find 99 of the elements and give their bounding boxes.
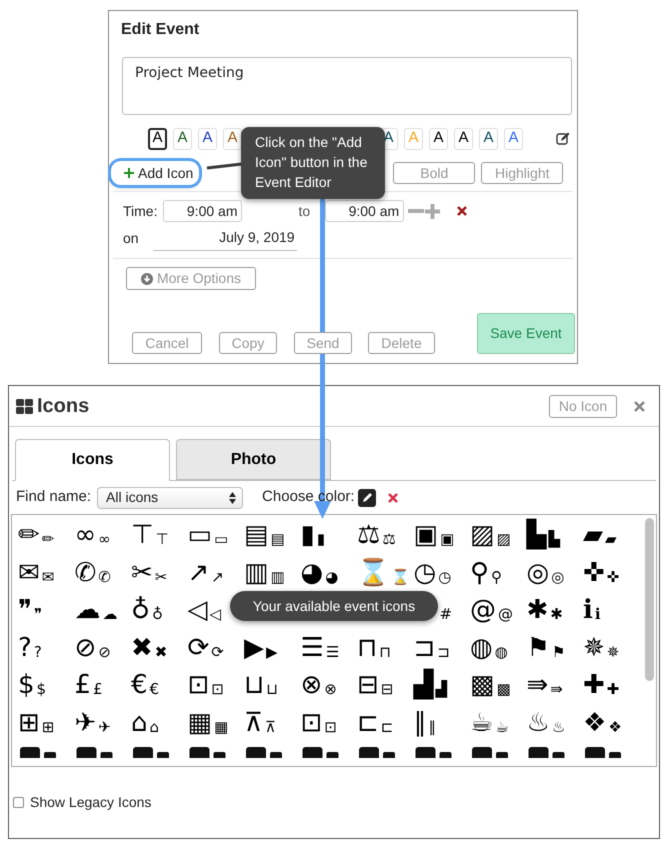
icon-option[interactable]: ⊗⊗ (300, 668, 357, 698)
find-label: Find name: (16, 487, 92, 508)
icon-option[interactable]: ⌂⌂ (131, 706, 188, 736)
icon-option[interactable]: ⊞⊞ (18, 706, 74, 736)
icon-option[interactable]: ◎◎ (526, 556, 583, 586)
checkbox-label: Show Legacy Icons (30, 793, 152, 812)
icon-option[interactable]: ⊡⊡ (300, 706, 357, 736)
icon-option[interactable]: ⊡⊡ (188, 668, 244, 698)
icon-option[interactable]: ∥∥ (414, 706, 470, 736)
color-swatch[interactable]: A (223, 128, 242, 150)
icon-option[interactable]: ▮▮ (300, 518, 357, 548)
color-swatch[interactable]: A (429, 128, 448, 150)
minus-icon (408, 209, 424, 213)
icon-option[interactable]: ▭▭ (188, 518, 244, 548)
color-swatch[interactable]: A (198, 128, 217, 150)
icon-option[interactable]: ⊼⊼ (244, 706, 300, 736)
color-swatch[interactable]: A (148, 128, 167, 150)
start-time-field[interactable]: 9:00 am (163, 200, 242, 222)
icon-option[interactable]: ✈✈ (74, 706, 131, 736)
updown-arrows-icon (229, 492, 236, 504)
dialog-title: Icons (37, 394, 90, 419)
edit-icon (556, 132, 570, 145)
icon-option[interactable]: ☰☰ (300, 630, 357, 661)
grid-icon (16, 398, 33, 414)
icon-option[interactable]: ❖❖ (583, 706, 640, 736)
icon-option[interactable]: ▣▣ (414, 518, 470, 548)
icon-option[interactable]: ££ (74, 668, 131, 698)
icon-option[interactable]: ⊓⊓ (357, 630, 414, 661)
icon-option[interactable]: ▶▶ (244, 630, 300, 661)
checkbox[interactable] (13, 797, 24, 808)
color-swatch[interactable]: A (479, 128, 498, 150)
color-swatch[interactable]: A (173, 128, 192, 150)
icon-option[interactable]: ⊘⊘ (74, 630, 131, 661)
icon-option[interactable]: ✆✆ (74, 556, 131, 586)
icon-option[interactable]: ✚✚ (583, 668, 640, 698)
icon-option[interactable]: ⚑⚑ (526, 630, 583, 661)
icon-option[interactable]: ▩▩ (470, 668, 526, 698)
icon-option[interactable]: $$ (18, 668, 74, 698)
callout-tooltip: Click on the "Add Icon" button in the Event Editor (241, 127, 385, 199)
icon-option[interactable]: €€ (131, 668, 188, 698)
icon-option[interactable]: ℹℹ (583, 593, 640, 624)
icon-option[interactable]: ▥▥ (244, 556, 300, 586)
icon-option[interactable]: ↗↗ (188, 556, 244, 586)
icon-option[interactable]: ⊔⊔ (244, 668, 300, 698)
icon-option[interactable]: ?? (18, 630, 74, 661)
tab[interactable]: Photo (176, 439, 331, 480)
icon-option[interactable]: ♨♨ (526, 706, 583, 736)
date-label: on (123, 229, 139, 248)
to-label: to (298, 202, 310, 220)
down-circle-icon (140, 272, 153, 284)
scrollbar-thumb[interactable] (645, 518, 654, 681)
pencil-icon (358, 488, 376, 506)
icon-option[interactable]: @@ (470, 593, 526, 624)
icon-option[interactable]: ◕◕ (300, 556, 357, 586)
find-select[interactable]: All icons (97, 486, 244, 508)
icon-option[interactable]: ⊐⊐ (414, 630, 470, 661)
close-icon (457, 206, 468, 216)
end-time-field[interactable]: 9:00 am (325, 200, 404, 222)
icon-option[interactable]: ✱✱ (526, 593, 583, 624)
icon-option[interactable]: ♁♁ (131, 593, 188, 624)
leader-line (206, 162, 242, 170)
icon-option[interactable]: ◍◍ (470, 630, 526, 661)
date-field[interactable]: July 9, 2019 (152, 227, 297, 251)
icon-option[interactable]: ✂✂ (131, 556, 188, 586)
icon-option[interactable]: ⊏⊏ (357, 706, 414, 736)
icon-option[interactable]: ❞❞ (18, 593, 74, 624)
add-icon-button[interactable]: Add Icon (111, 161, 200, 185)
plus-icon (425, 204, 440, 218)
icon-option[interactable]: ⚖⚖ (357, 518, 414, 548)
color-swatch[interactable]: A (454, 128, 473, 150)
tab[interactable]: Icons (15, 439, 170, 481)
event-text-field[interactable]: Project Meeting (122, 57, 572, 115)
icon-option[interactable]: ⊤⊤ (131, 518, 188, 548)
time-label: Time: (123, 202, 158, 220)
icon-option[interactable]: ✏✏ (18, 518, 74, 548)
color-swatch[interactable]: A (504, 128, 523, 150)
icon-option[interactable]: ∞∞ (74, 518, 131, 548)
icon-option[interactable]: ☕☕ (470, 706, 526, 736)
icon-option[interactable]: ✉✉ (18, 556, 74, 586)
icon-option[interactable]: ⟳⟳ (188, 630, 244, 661)
icon-option[interactable]: ▦▦ (188, 706, 244, 736)
icon-option[interactable]: ⇛⇛ (526, 668, 583, 698)
plus-icon (124, 168, 134, 178)
icon-option[interactable]: ▨▨ (470, 518, 526, 548)
icon-option[interactable]: ☁☁ (74, 593, 131, 624)
icon-option[interactable]: ⚲⚲ (470, 556, 526, 586)
close-icon (634, 400, 645, 412)
icon-option[interactable]: ◷◷ (414, 556, 470, 586)
icon-option[interactable]: ✖✖ (131, 630, 188, 661)
icon-option[interactable]: ✵✵ (583, 630, 640, 661)
callout-tooltip: Your available event icons (230, 591, 438, 621)
icon-option[interactable]: ⊟⊟ (357, 668, 414, 698)
icon-option[interactable]: ▙▙ (526, 518, 583, 548)
icon-option[interactable]: ▤▤ (244, 518, 300, 548)
icon-option[interactable]: ▰▰ (583, 518, 640, 548)
close-icon (388, 492, 398, 502)
icon-option[interactable]: ▟▟ (414, 668, 470, 698)
dialog-title: Edit Event (121, 20, 200, 40)
icon-option[interactable]: ✜✜ (583, 556, 640, 586)
